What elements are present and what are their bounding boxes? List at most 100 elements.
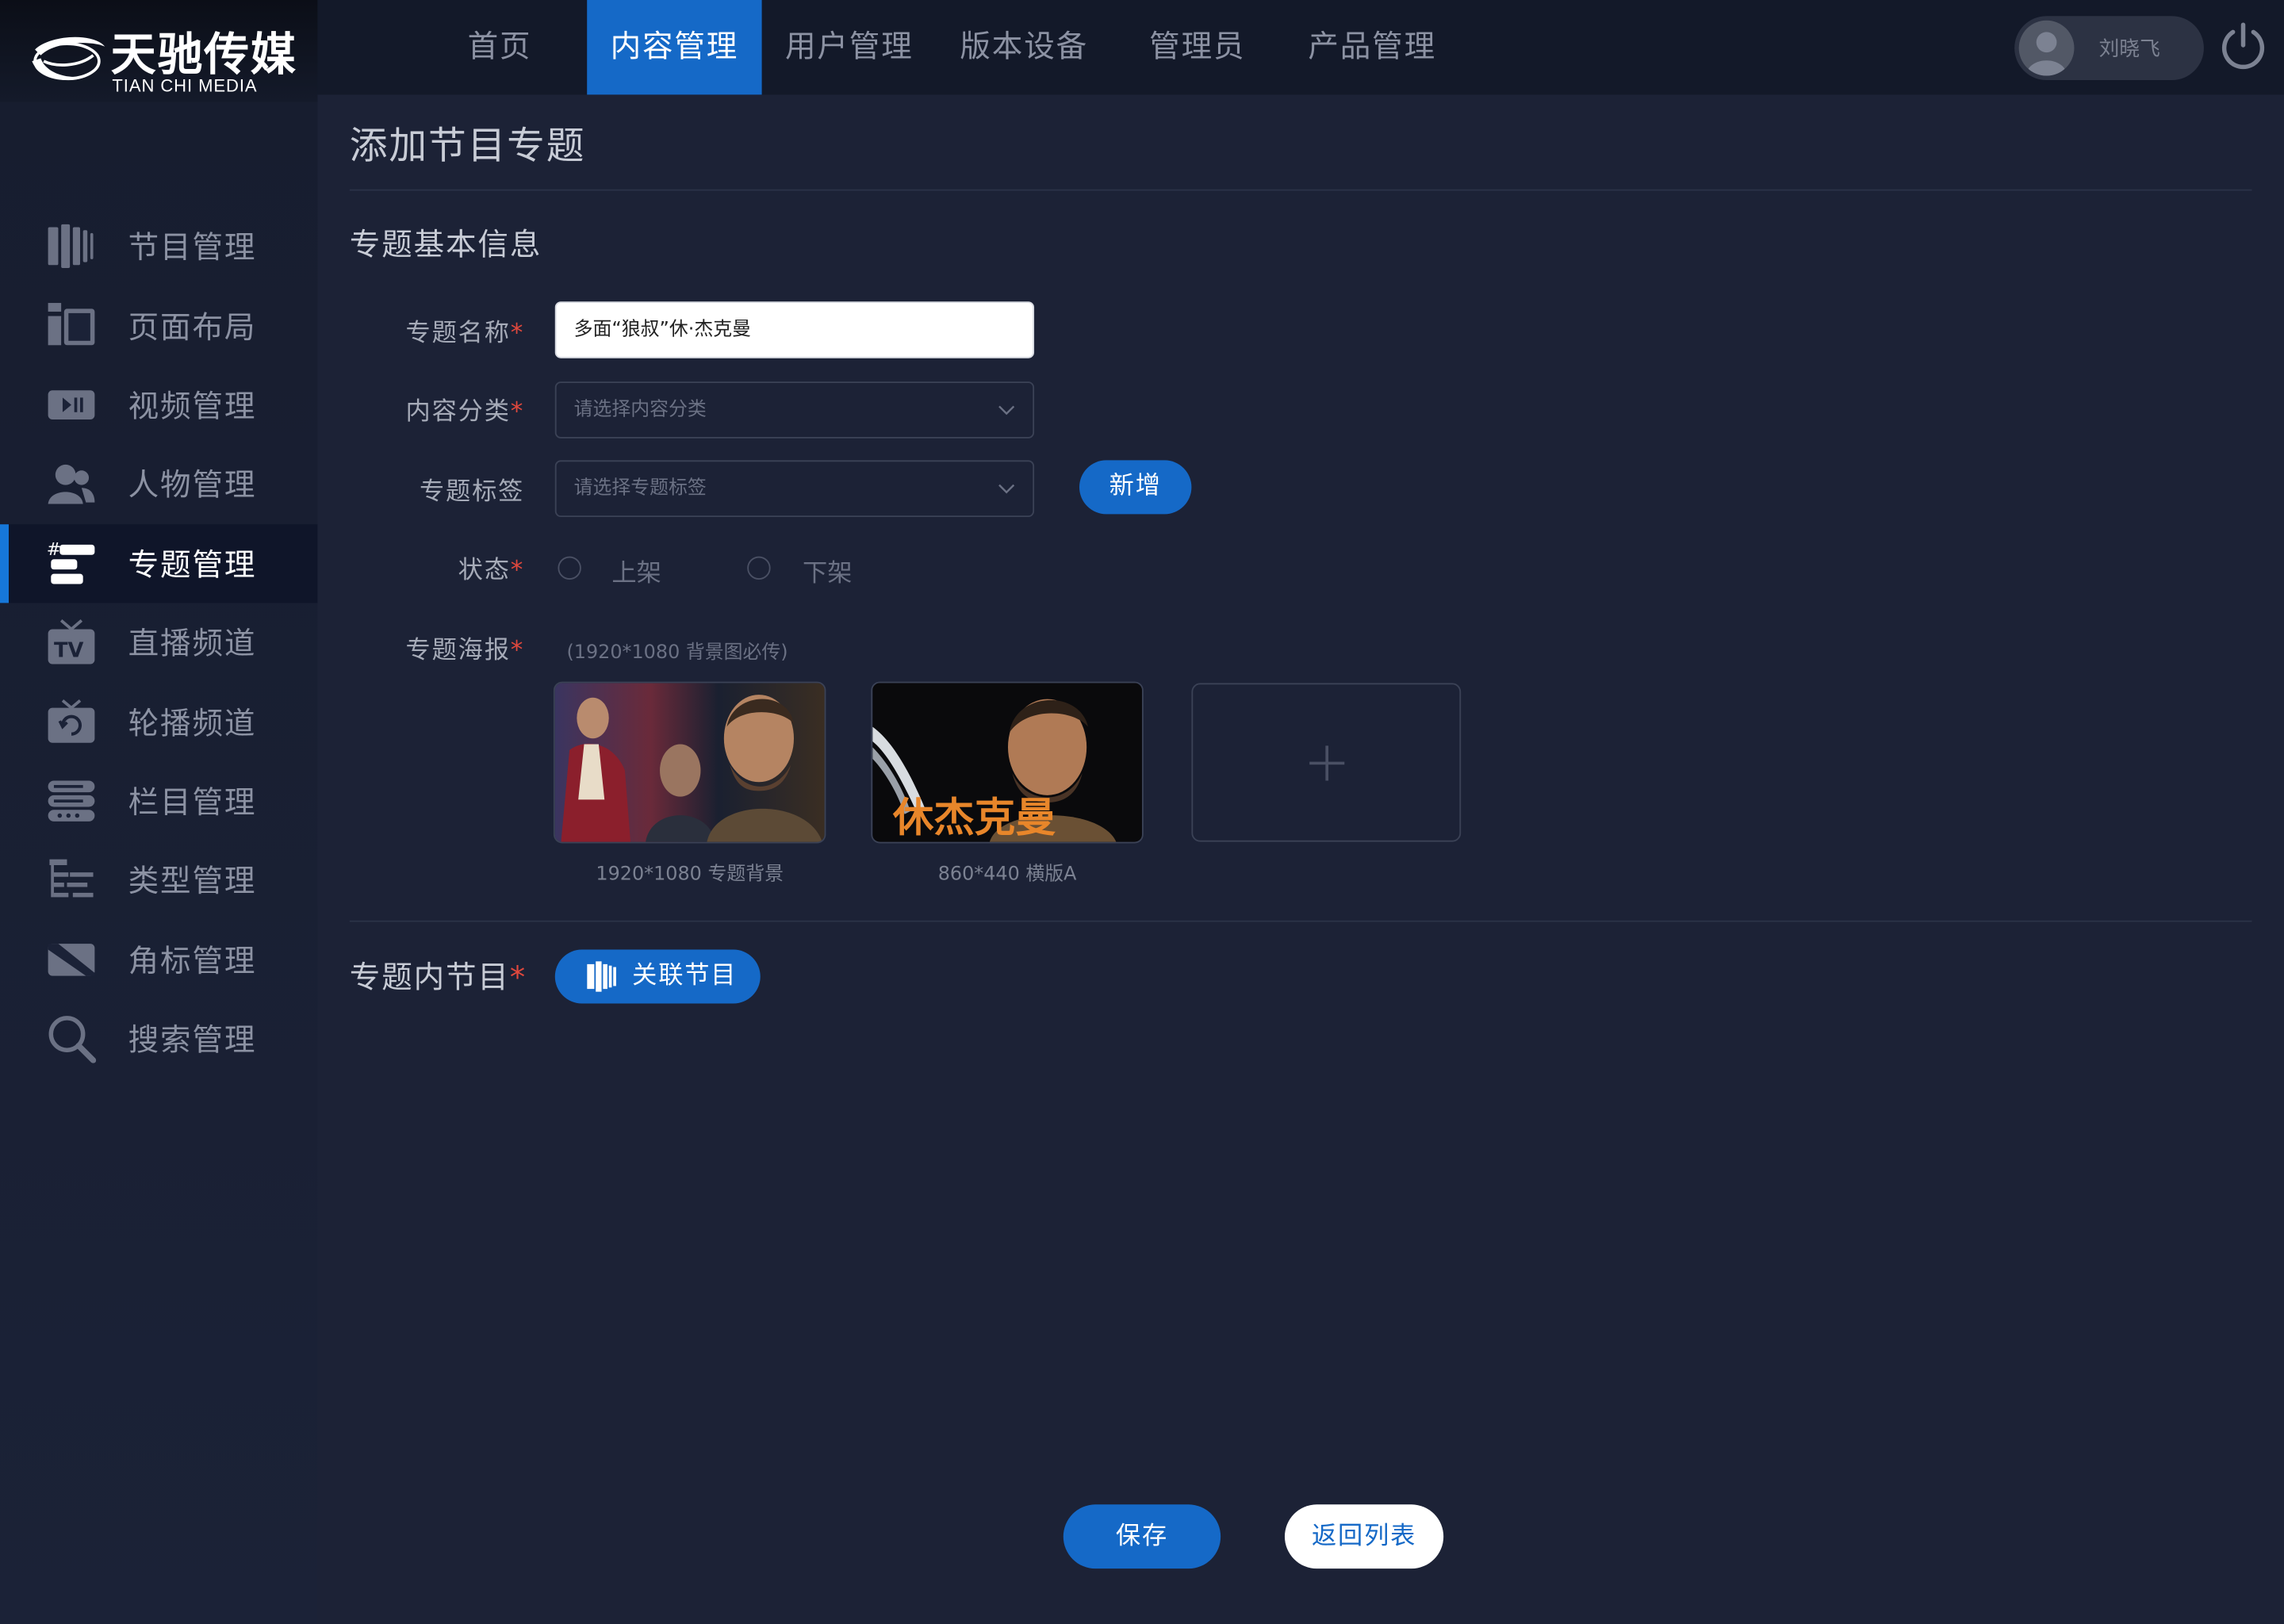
badge-icon bbox=[48, 943, 95, 975]
tab-home[interactable]: 首页 bbox=[412, 0, 587, 94]
sidebar-item-label: 页面布局 bbox=[128, 309, 257, 345]
sidebar-item-label: 搜索管理 bbox=[128, 1022, 257, 1058]
sidebar-item-program[interactable]: 节目管理 bbox=[0, 207, 317, 286]
section-title-programs: 专题内节目* bbox=[350, 954, 527, 998]
status-off-radio[interactable] bbox=[747, 556, 771, 580]
link-program-label: 关联节目 bbox=[632, 961, 738, 990]
sidebar-item-label: 直播频道 bbox=[128, 626, 257, 662]
layout-icon bbox=[48, 303, 95, 347]
sidebar-item-label: 角标管理 bbox=[128, 943, 257, 979]
tag-placeholder: 请选择专题标签 bbox=[573, 477, 707, 500]
sidebar-item-video[interactable]: 视频管理 bbox=[0, 366, 317, 445]
status-label: 状态* bbox=[335, 549, 525, 586]
brand-name-cn: 天驰传媒 bbox=[110, 29, 297, 82]
status-off-label[interactable]: 下架 bbox=[803, 552, 852, 588]
sidebar-item-search[interactable]: 搜索管理 bbox=[0, 999, 317, 1078]
sidebar-item-column[interactable]: 栏目管理 bbox=[0, 761, 317, 841]
page-title: 添加节目专题 bbox=[349, 124, 586, 170]
svg-text:#: # bbox=[47, 539, 61, 559]
poster-landscape-image[interactable]: 休杰克曼 bbox=[871, 681, 1144, 844]
sidebar: 天驰传媒 TIAN CHI MEDIA 节目管理 页面布局 视频管理 人物管理 … bbox=[0, 0, 318, 1624]
required-mark: * bbox=[510, 636, 525, 666]
column-icon bbox=[48, 779, 95, 822]
required-mark: * bbox=[509, 959, 527, 995]
topic-name-input[interactable]: 多面“狼叔”休·杰克曼 bbox=[554, 301, 1035, 358]
sidebar-item-label: 视频管理 bbox=[128, 389, 257, 424]
user-menu[interactable]: 刘晓飞 bbox=[2014, 16, 2204, 81]
search-icon bbox=[48, 1015, 97, 1063]
tab-version-devices[interactable]: 版本设备 bbox=[937, 0, 1111, 94]
sidebar-item-label: 人物管理 bbox=[128, 468, 257, 504]
topic-icon: # bbox=[47, 539, 95, 584]
category-select[interactable]: 请选择内容分类 bbox=[554, 381, 1035, 439]
sidebar-item-label: 栏目管理 bbox=[128, 784, 257, 820]
poster-label: 专题海报* bbox=[335, 629, 525, 666]
tv-icon: TV bbox=[48, 619, 95, 665]
sidebar-item-label: 类型管理 bbox=[128, 864, 257, 899]
video-icon bbox=[48, 389, 95, 419]
sidebar-item-badge[interactable]: 角标管理 bbox=[0, 920, 317, 999]
poster-hint: (1920*1080 背景图必传) bbox=[566, 642, 788, 665]
save-button[interactable]: 保存 bbox=[1063, 1504, 1221, 1569]
brand-name-en: TIAN CHI MEDIA bbox=[112, 75, 258, 97]
tab-product-management[interactable]: 产品管理 bbox=[1283, 0, 1461, 94]
chevron-down-icon bbox=[998, 484, 1015, 494]
tab-admins[interactable]: 管理员 bbox=[1111, 0, 1283, 94]
poster-background-picture bbox=[554, 683, 825, 842]
poster-background-caption: 1920*1080 专题背景 bbox=[596, 864, 784, 886]
add-poster-button[interactable] bbox=[1191, 683, 1462, 842]
people-icon bbox=[48, 465, 95, 504]
sidebar-item-label: 专题管理 bbox=[128, 547, 257, 583]
brand-logo[interactable]: 天驰传媒 TIAN CHI MEDIA bbox=[0, 0, 318, 102]
label-text: 内容分类 bbox=[405, 397, 511, 427]
label-text: 专题海报 bbox=[405, 636, 511, 666]
plus-icon bbox=[1309, 745, 1345, 781]
poster-landscape-picture: 休杰克曼 bbox=[872, 683, 1142, 842]
divider bbox=[349, 189, 2252, 191]
user-name: 刘晓飞 bbox=[2098, 37, 2160, 62]
section-title-text: 专题内节目 bbox=[349, 959, 510, 995]
chevron-down-icon bbox=[998, 405, 1015, 416]
logo-mark-icon bbox=[32, 36, 105, 81]
sidebar-item-topic[interactable]: # 专题管理 bbox=[0, 523, 318, 604]
topic-name-label: 专题名称* bbox=[335, 312, 524, 348]
link-program-button[interactable]: 关联节目 bbox=[554, 949, 761, 1004]
label-text: 状态 bbox=[458, 556, 511, 586]
status-on-radio[interactable] bbox=[558, 556, 581, 580]
tag-select[interactable]: 请选择专题标签 bbox=[554, 460, 1035, 518]
sidebar-item-layout[interactable]: 页面布局 bbox=[0, 286, 317, 366]
poster-background-image[interactable] bbox=[553, 681, 826, 844]
required-mark: * bbox=[510, 556, 525, 586]
sidebar-item-label: 轮播频道 bbox=[128, 705, 257, 741]
poster-overlay-text: 休杰克曼 bbox=[892, 795, 1056, 842]
sidebar-item-people[interactable]: 人物管理 bbox=[0, 445, 317, 524]
program-icon bbox=[587, 961, 616, 992]
type-icon bbox=[49, 859, 94, 898]
label-text: 专题名称 bbox=[405, 319, 511, 348]
tab-user-management[interactable]: 用户管理 bbox=[762, 0, 937, 94]
sidebar-item-label: 节目管理 bbox=[128, 230, 257, 266]
category-label: 内容分类* bbox=[335, 390, 524, 427]
section-title-basic: 专题基本信息 bbox=[349, 227, 542, 262]
label-text: 专题标签 bbox=[419, 477, 525, 508]
sidebar-item-type[interactable]: 类型管理 bbox=[0, 841, 317, 920]
category-placeholder: 请选择内容分类 bbox=[573, 399, 707, 421]
power-icon[interactable] bbox=[2217, 21, 2269, 73]
required-mark: * bbox=[510, 397, 525, 427]
divider bbox=[349, 920, 2252, 922]
required-mark: * bbox=[510, 319, 525, 348]
sidebar-item-live[interactable]: TV 直播频道 bbox=[0, 603, 317, 682]
sidebar-item-carousel[interactable]: 轮播频道 bbox=[0, 682, 317, 761]
program-icon bbox=[48, 224, 94, 268]
status-on-label[interactable]: 上架 bbox=[611, 552, 661, 588]
tab-content-management[interactable]: 内容管理 bbox=[587, 0, 762, 95]
tag-label: 专题标签 bbox=[335, 470, 524, 507]
add-tag-button[interactable]: 新增 bbox=[1079, 460, 1192, 515]
poster-landscape-caption: 860*440 横版A bbox=[937, 864, 1077, 886]
back-to-list-button[interactable]: 返回列表 bbox=[1284, 1504, 1444, 1569]
carousel-icon bbox=[48, 699, 95, 744]
sidebar-menu: 节目管理 页面布局 视频管理 人物管理 # 专题管理 TV 直播频道 轮播频道 … bbox=[0, 207, 318, 1078]
svg-text:TV: TV bbox=[54, 638, 84, 662]
avatar bbox=[2018, 20, 2075, 76]
user-avatar-icon bbox=[2025, 32, 2067, 76]
